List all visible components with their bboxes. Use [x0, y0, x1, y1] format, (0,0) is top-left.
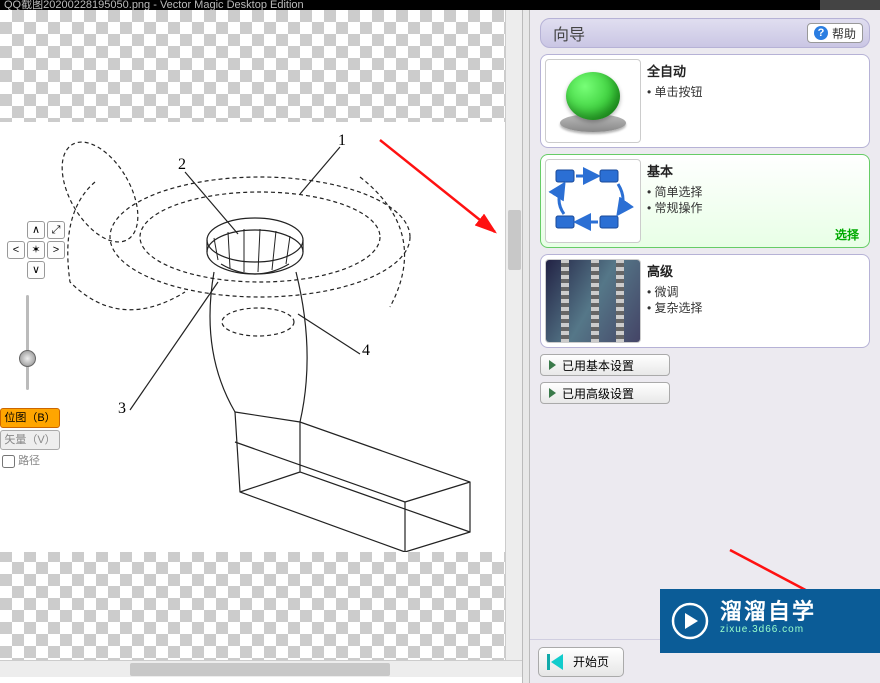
green-button-icon [558, 66, 628, 136]
wizard-title: 向导 [553, 21, 585, 45]
mode-vector-button[interactable]: 矢量（V） [0, 430, 60, 450]
callout-1: 1 [338, 132, 346, 150]
nav-center-button[interactable]: ✶ [27, 241, 45, 259]
nav-down-button[interactable]: ∨ [27, 261, 45, 279]
nav-right-button[interactable]: > [47, 241, 65, 259]
wizard-header: 向导 ? 帮助 [540, 18, 870, 48]
canvas-area: 1 2 3 4 ∧⤢ <✶> ∨ 位图（B） 矢量（V） 路径 [0, 10, 522, 660]
option-basic-card[interactable]: 基本 简单选择 常规操作 选择 [540, 154, 870, 248]
nav-up-button[interactable]: ∧ [27, 221, 45, 239]
path-checkbox[interactable] [2, 455, 15, 468]
option-advanced-b1: 微调 [647, 284, 703, 300]
play-icon [549, 360, 556, 370]
watermark: 溜溜自学 zixue.3d66.com [660, 589, 880, 653]
used-advanced-label: 已用高级设置 [562, 385, 634, 402]
used-advanced-settings-button[interactable]: 已用高级设置 [540, 382, 670, 404]
path-label: 路径 [18, 455, 40, 467]
option-advanced-thumb [545, 259, 641, 343]
nav-fit-button[interactable]: ⤢ [47, 221, 65, 239]
option-auto-thumb [545, 59, 641, 143]
nav-pad: ∧⤢ <✶> ∨ [6, 220, 66, 280]
watermark-text: 溜溜自学 [720, 603, 816, 621]
selected-badge: 选择 [835, 226, 859, 243]
option-advanced-card[interactable]: 高级 微调 复杂选择 [540, 254, 870, 348]
help-button[interactable]: ? 帮助 [807, 23, 863, 43]
scrollbar-horizontal[interactable] [0, 660, 522, 677]
option-advanced-title: 高级 [647, 261, 703, 280]
option-basic-thumb [545, 159, 641, 243]
watermark-logo-icon [670, 601, 710, 641]
zoom-track [26, 295, 29, 390]
option-auto-card[interactable]: 全自动 单击按钮 [540, 54, 870, 148]
option-basic-b2: 常规操作 [647, 200, 703, 216]
zoom-slider[interactable] [22, 295, 32, 390]
option-auto-b1: 单击按钮 [647, 84, 703, 100]
start-page-button[interactable]: 开始页 [538, 647, 624, 677]
splitter[interactable] [522, 10, 530, 683]
scrollbar-h-thumb[interactable] [130, 663, 390, 676]
start-page-label: 开始页 [573, 653, 609, 670]
nav-left-button[interactable]: < [7, 241, 25, 259]
wizard-panel: 向导 ? 帮助 全自动 单击按钮 [530, 10, 880, 683]
zoom-thumb[interactable] [19, 350, 36, 367]
callout-4: 4 [362, 342, 370, 360]
flow-icon [548, 162, 638, 240]
window-controls[interactable] [820, 0, 880, 10]
option-auto-title: 全自动 [647, 61, 703, 80]
callout-3: 3 [118, 400, 126, 418]
title-bar: QQ截图20200228195050.png - Vector Magic De… [0, 0, 880, 10]
red-arrow-main [370, 130, 520, 260]
mode-bitmap-button[interactable]: 位图（B） [0, 408, 60, 428]
callout-2: 2 [178, 156, 186, 174]
mixer-icon [546, 259, 640, 343]
help-icon: ? [814, 26, 828, 40]
option-basic-title: 基本 [647, 161, 703, 180]
scrollbar-vertical[interactable] [505, 10, 522, 660]
rewind-icon [547, 654, 565, 670]
watermark-url: zixue.3d66.com [720, 621, 816, 639]
path-checkbox-row[interactable]: 路径 [0, 455, 40, 467]
option-advanced-b2: 复杂选择 [647, 300, 703, 316]
used-basic-label: 已用基本设置 [562, 357, 634, 374]
option-basic-b1: 简单选择 [647, 184, 703, 200]
used-basic-settings-button[interactable]: 已用基本设置 [540, 354, 670, 376]
window-title: QQ截图20200228195050.png - Vector Magic De… [4, 0, 304, 10]
play-icon [549, 388, 556, 398]
mode-panel: 位图（B） 矢量（V） 路径 [0, 408, 60, 468]
help-label: 帮助 [832, 25, 856, 42]
